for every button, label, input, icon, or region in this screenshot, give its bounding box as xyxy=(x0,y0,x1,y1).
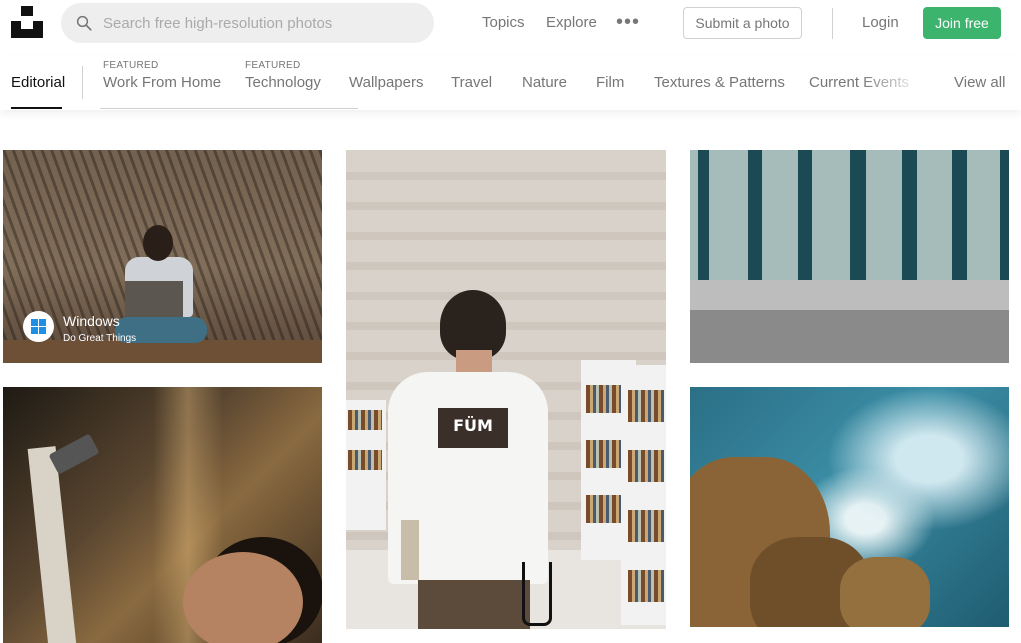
tab-film[interactable]: Film xyxy=(596,74,624,91)
tab-work-from-home[interactable]: Work From Home xyxy=(103,74,221,91)
photo-woman-phone-forest[interactable] xyxy=(3,387,322,643)
featured-underline xyxy=(100,108,358,109)
featured-label: FEATURED xyxy=(245,60,301,71)
shirt-logo: FÜM xyxy=(438,408,508,448)
nav-topics-link[interactable]: Topics xyxy=(482,14,525,31)
sponsor-tagline: Do Great Things xyxy=(63,333,137,344)
tab-editorial[interactable]: Editorial xyxy=(11,74,65,91)
featured-label: FEATURED xyxy=(103,60,159,71)
top-navbar: Topics Explore ••• Submit a photo Login … xyxy=(0,0,1021,46)
topics-bar: Editorial FEATURED Work From Home FEATUR… xyxy=(0,56,1021,110)
sponsor-name: Windows xyxy=(63,313,120,329)
join-free-button[interactable]: Join free xyxy=(923,7,1001,39)
photo-man-library[interactable]: FÜM xyxy=(346,150,666,629)
photo-building-facade[interactable] xyxy=(690,150,1009,363)
search-input[interactable] xyxy=(103,3,423,43)
tab-textures-patterns[interactable]: Textures & Patterns xyxy=(654,74,785,91)
tabs-fade xyxy=(860,56,940,110)
search-icon[interactable] xyxy=(75,14,93,32)
nav-explore-link[interactable]: Explore xyxy=(546,14,597,31)
photo-woman-laptop-sponsored[interactable]: Windows Do Great Things xyxy=(3,150,322,363)
tab-nature[interactable]: Nature xyxy=(522,74,567,91)
active-tab-indicator xyxy=(11,107,62,109)
logo-icon[interactable] xyxy=(11,6,43,38)
tab-technology[interactable]: Technology xyxy=(245,74,321,91)
tab-travel[interactable]: Travel xyxy=(451,74,492,91)
tab-wallpapers[interactable]: Wallpapers xyxy=(349,74,423,91)
more-icon[interactable]: ••• xyxy=(616,12,640,32)
windows-icon xyxy=(23,311,54,342)
submit-photo-button[interactable]: Submit a photo xyxy=(683,7,802,39)
header-divider xyxy=(832,8,833,39)
photo-aerial-ocean-rocks[interactable] xyxy=(690,387,1009,627)
view-all-link[interactable]: View all xyxy=(954,74,1005,91)
login-link[interactable]: Login xyxy=(862,14,899,31)
tabs-divider xyxy=(82,66,83,99)
search-bar[interactable] xyxy=(61,3,434,43)
